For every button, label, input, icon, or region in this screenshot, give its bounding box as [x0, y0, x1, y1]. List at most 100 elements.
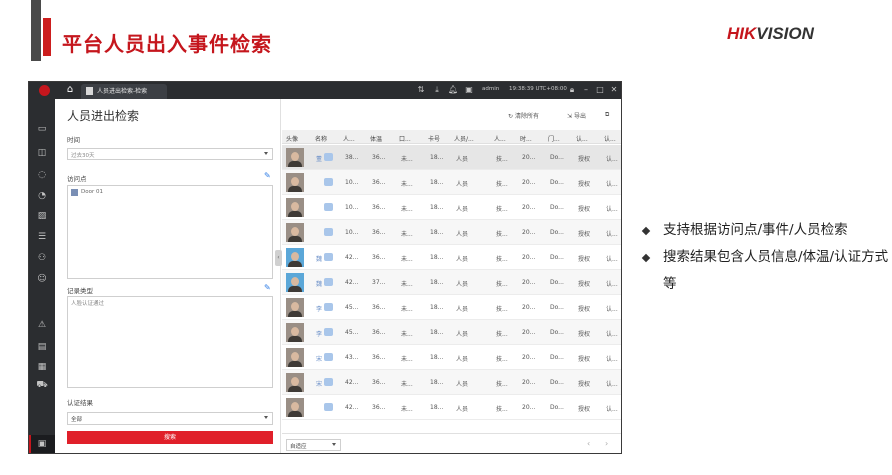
table-row[interactable]: 10... 36... 未... 18... 人员 技... 20... Do... 授权 认..…: [282, 195, 621, 220]
sidebar-monitor-icon[interactable]: ▭: [36, 123, 48, 135]
table-cell: 技...: [496, 356, 508, 363]
close-icon[interactable]: ✕: [609, 85, 619, 95]
maximize-icon[interactable]: □: [595, 85, 605, 95]
avatar-face: [291, 252, 299, 261]
avatar-face: [291, 177, 299, 186]
bell-icon[interactable]: 🔔︎: [448, 85, 458, 95]
sidebar-list-icon[interactable]: ☰: [36, 231, 48, 243]
table-cell: 授权: [578, 406, 591, 413]
table-cell: 36...: [372, 304, 386, 311]
logo-hik: HIK: [727, 24, 757, 43]
sidebar-alarm-icon[interactable]: ⚠: [36, 319, 48, 331]
column-header[interactable]: 门...: [548, 134, 560, 143]
table-row[interactable]: 10... 36... 未... 18... 人员 技... 20... Do... 授权 认..…: [282, 170, 621, 195]
panel-collapse-handle[interactable]: ‹: [275, 250, 282, 266]
table-row[interactable]: 10... 36... 未... 18... 人员 技... 20... Do... 授权 认..…: [282, 220, 621, 245]
avatar-body: [288, 386, 302, 392]
column-header[interactable]: 名称: [315, 134, 327, 143]
table-cell: 人员: [456, 406, 469, 413]
lock-icon[interactable]: 🔒︎: [567, 85, 577, 95]
table-row[interactable]: 魏 42... 36... 未... 18... 人员 技... 20... Do... 授权 认.…: [282, 245, 621, 270]
edit-access-point-icon[interactable]: ✎: [264, 172, 271, 180]
access-point-label: 访问点: [67, 175, 87, 183]
table-cell: 未...: [401, 206, 413, 213]
sidebar-people-icon[interactable]: ⚇: [36, 252, 48, 264]
next-page-icon[interactable]: ›: [605, 439, 608, 448]
table-row[interactable]: 李 45... 36... 未... 18... 人员 技... 20... Do... 授权 认.…: [282, 295, 621, 320]
table-cell: 36...: [372, 179, 386, 186]
sidebar-image-icon[interactable]: ▨: [36, 210, 48, 222]
diamond-bullet-icon: [641, 226, 651, 236]
column-header[interactable]: 认...: [604, 134, 616, 143]
auth-result-select[interactable]: 全部: [67, 412, 273, 425]
home-icon[interactable]: ⌂: [64, 84, 76, 96]
column-header[interactable]: 卡号: [428, 134, 440, 143]
sync-icon[interactable]: ⇅: [416, 85, 426, 95]
table-row[interactable]: 宋 42... 36... 未... 18... 人员 技... 20... Do... 授权 认.…: [282, 370, 621, 395]
column-header[interactable]: 口...: [399, 134, 411, 143]
reset-filter-button[interactable]: ↻ 清除所有: [508, 111, 539, 120]
chevron-down-icon: [264, 416, 268, 419]
column-header[interactable]: 人员/...: [454, 134, 474, 143]
column-header[interactable]: 时...: [520, 134, 532, 143]
table-row[interactable]: 董 38... 36... 未... 18... 人员 技... 20... Do... 授权 认.…: [282, 145, 621, 170]
table-cell: Do...: [550, 229, 564, 236]
sidebar-record-icon[interactable]: ▦: [36, 361, 48, 373]
access-point-list[interactable]: Door 01: [67, 185, 273, 279]
table-cell: 授权: [578, 181, 591, 188]
tab-person-search[interactable]: 人员进出检索-检索: [81, 84, 167, 99]
avatar-body: [288, 186, 302, 192]
table-row[interactable]: 宋 43... 36... 未... 18... 人员 技... 20... Do... 授权 认.…: [282, 345, 621, 370]
sidebar-face-icon[interactable]: ☺: [36, 273, 48, 285]
column-header[interactable]: 头像: [286, 134, 298, 143]
sidebar-access-icon[interactable]: ▣: [36, 438, 48, 450]
prev-page-icon[interactable]: ‹: [587, 439, 590, 448]
status-icon[interactable]: ▣: [464, 85, 474, 95]
bullet-text: 支持根据访问点/事件/人员检索: [663, 222, 848, 238]
table-cell: 20...: [522, 279, 536, 286]
record-type-list[interactable]: 人脸认证通过: [67, 296, 273, 388]
user-menu[interactable]: admin: [482, 86, 499, 92]
auth-result-label: 认证结果: [67, 399, 93, 407]
minimize-icon[interactable]: –: [581, 85, 591, 95]
download-icon[interactable]: ⤓: [432, 85, 442, 95]
avatar: [286, 148, 304, 167]
avatar-face: [291, 227, 299, 236]
time-select[interactable]: 过去30天: [67, 148, 273, 160]
door-item[interactable]: Door 01: [81, 189, 103, 195]
table-row[interactable]: 魏 42... 37... 未... 18... 人员 技... 20... Do... 授权 认.…: [282, 270, 621, 295]
export-button[interactable]: ⇲ 导出: [567, 111, 586, 120]
avatar: [286, 198, 304, 217]
table-cell: 授权: [578, 206, 591, 213]
search-button[interactable]: 搜索: [67, 431, 273, 444]
avatar-body: [288, 261, 302, 267]
record-type-item[interactable]: 人脸认证通过: [71, 299, 104, 307]
column-header[interactable]: 体温: [370, 134, 382, 143]
table-cell: 未...: [401, 181, 413, 188]
column-header[interactable]: 认...: [576, 134, 588, 143]
column-header[interactable]: 人...: [343, 134, 355, 143]
open-external-icon[interactable]: ⧉: [605, 111, 609, 119]
table-cell: 38...: [345, 154, 359, 161]
table-cell: 18...: [430, 229, 444, 236]
auth-result-value: 全部: [71, 417, 83, 423]
table-cell: 人员: [456, 231, 469, 238]
sidebar-report-icon[interactable]: ▤: [36, 341, 48, 353]
table-cell: 技...: [496, 381, 508, 388]
column-header[interactable]: 人...: [494, 134, 506, 143]
table-row[interactable]: 李 45... 36... 未... 18... 人员 技... 20... Do... 授权 认.…: [282, 320, 621, 345]
sidebar-alert-icon[interactable]: ◔: [36, 190, 48, 202]
sidebar-bulb-icon[interactable]: ◌: [36, 169, 48, 181]
sort-select[interactable]: 自适应: [286, 439, 341, 451]
edit-record-type-icon[interactable]: ✎: [264, 284, 271, 292]
avatar-face: [291, 302, 299, 311]
table-cell: Do...: [550, 354, 564, 361]
table-cell: 技...: [496, 306, 508, 313]
table-cell: 认...: [606, 231, 618, 238]
table-row[interactable]: 42... 36... 未... 18... 人员 技... 20... Do... 授权 认..…: [282, 395, 621, 420]
table-cell: 人员: [456, 256, 469, 263]
table-cell: 10...: [345, 204, 359, 211]
sidebar-camera-icon[interactable]: ◫: [36, 147, 48, 159]
table-cell: 36...: [372, 204, 386, 211]
sidebar-vehicle-icon[interactable]: ⛟: [36, 379, 48, 391]
